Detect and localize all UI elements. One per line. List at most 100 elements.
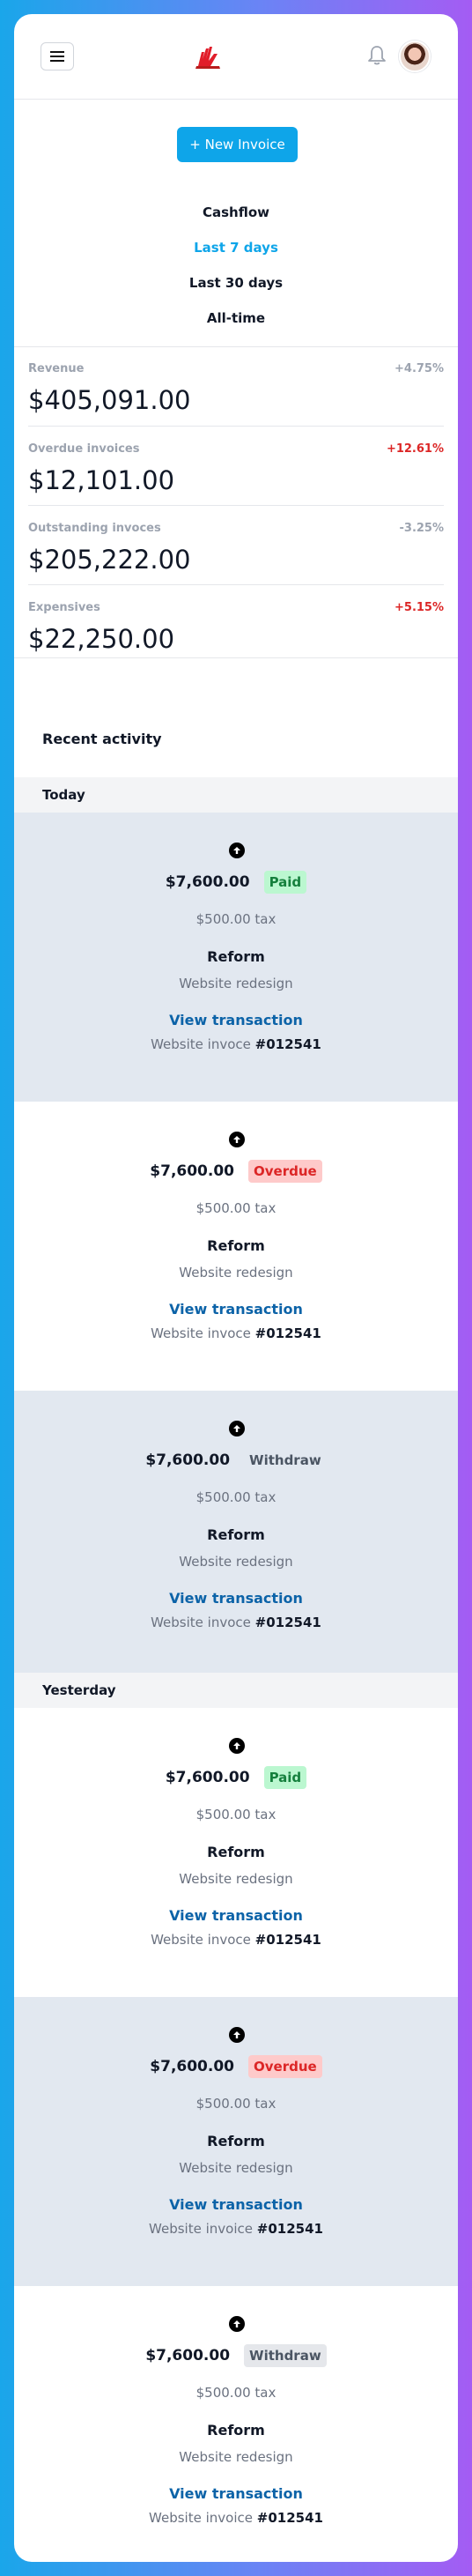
- invoice-reference: Website invoice #012541: [14, 2221, 458, 2237]
- view-transaction-link[interactable]: View transaction: [14, 1907, 458, 1924]
- recent-activity-title: Recent activity: [42, 731, 162, 747]
- stat-overdue-invoices: Overdue invoices +12.61% $12,101.00: [28, 442, 444, 513]
- invoice-reference: Website invoice #012541: [14, 2510, 458, 2526]
- activity-item: $7,600.00 Withdraw $500.00 tax Reform Web…: [14, 1391, 458, 1680]
- invoice-reference: Website invoce #012541: [14, 1932, 458, 1948]
- stat-change: +5.15%: [395, 601, 444, 614]
- invoice-number: #012541: [254, 1615, 321, 1630]
- invoice-number: #012541: [256, 2221, 323, 2237]
- tax-amount: $500.00 tax: [195, 911, 277, 927]
- amount: $7,600.00: [145, 1451, 231, 1469]
- view-transaction-link[interactable]: View transaction: [14, 1590, 458, 1607]
- invoice-prefix: Website invoce: [151, 1615, 251, 1630]
- range-last-30-days[interactable]: Last 30 days: [14, 275, 458, 291]
- client-name: Reform: [207, 2422, 265, 2439]
- day-header-yesterday: Yesterday: [14, 1673, 458, 1708]
- new-invoice-button[interactable]: + New Invoice: [177, 127, 298, 162]
- project-name: Website redesign: [179, 1265, 293, 1281]
- project-name: Website redesign: [179, 2160, 293, 2176]
- app-card: + New Invoice Cashflow Last 7 days Last …: [14, 14, 458, 2562]
- arrow-up-icon: [229, 1132, 245, 1147]
- stat-value: $205,222.00: [28, 545, 191, 575]
- invoice-prefix: Website invoce: [151, 1036, 251, 1052]
- invoice-prefix: Website invoce: [151, 1932, 251, 1948]
- divider: [14, 657, 458, 658]
- activity-item: $7,600.00 Paid $500.00 tax Reform Website…: [14, 813, 458, 1102]
- stat-label: Revenue: [28, 362, 85, 375]
- arrow-up-icon: [229, 843, 245, 858]
- stat-outstanding-invoices: Outstanding invoces -3.25% $205,222.00: [28, 522, 444, 592]
- range-all-time[interactable]: All-time: [14, 310, 458, 326]
- day-header-today: Today: [14, 777, 458, 813]
- status-badge: Paid: [263, 1766, 307, 1789]
- divider: [28, 426, 444, 427]
- arrow-up-icon: [229, 1738, 245, 1754]
- view-transaction-link[interactable]: View transaction: [14, 1012, 458, 1028]
- menu-button[interactable]: [41, 42, 74, 71]
- client-name: Reform: [207, 1844, 265, 1860]
- invoice-number: #012541: [256, 2510, 323, 2526]
- invoice-number: #012541: [254, 1325, 321, 1341]
- amount: $7,600.00: [165, 1769, 250, 1786]
- arrow-up-icon: [229, 1421, 245, 1436]
- view-transaction-link[interactable]: View transaction: [14, 2485, 458, 2502]
- client-name: Reform: [207, 2133, 265, 2149]
- stat-expensives: Expensives +5.15% $22,250.00: [28, 601, 444, 672]
- stat-change: -3.25%: [399, 522, 445, 535]
- hamburger-icon: [50, 51, 64, 62]
- amount: $7,600.00: [150, 2058, 234, 2075]
- amount: $7,600.00: [145, 2347, 231, 2364]
- activity-item: $7,600.00 Overdue $500.00 tax Reform Webs…: [14, 1997, 458, 2286]
- invoice-prefix: Website invoice: [149, 2221, 253, 2237]
- top-bar: [14, 14, 458, 100]
- range-cashflow[interactable]: Cashflow: [14, 204, 458, 220]
- invoice-reference: Website invoce #012541: [14, 1036, 458, 1052]
- arrow-up-icon: [229, 2316, 245, 2332]
- client-name: Reform: [207, 948, 265, 965]
- amount: $7,600.00: [165, 873, 250, 891]
- stat-change: +4.75%: [395, 362, 444, 375]
- status-badge: Withdraw: [244, 2344, 327, 2367]
- status-badge: Overdue: [248, 1160, 322, 1183]
- arrow-up-icon: [229, 2027, 245, 2043]
- project-name: Website redesign: [179, 976, 293, 991]
- status-badge: Paid: [263, 871, 307, 894]
- tax-amount: $500.00 tax: [195, 1807, 277, 1823]
- tax-amount: $500.00 tax: [195, 1200, 277, 1216]
- stat-revenue: Revenue +4.75% $405,091.00: [28, 362, 444, 433]
- invoice-prefix: Website invoce: [151, 1325, 251, 1341]
- activity-item: $7,600.00 Overdue $500.00 tax Reform Webs…: [14, 1102, 458, 1391]
- project-name: Website redesign: [179, 1554, 293, 1570]
- client-name: Reform: [207, 1526, 265, 1543]
- view-transaction-link[interactable]: View transaction: [14, 1301, 458, 1318]
- brand-logo[interactable]: [193, 40, 225, 71]
- invoice-number: #012541: [254, 1036, 321, 1052]
- project-name: Website redesign: [179, 1871, 293, 1887]
- stat-label: Overdue invoices: [28, 442, 140, 456]
- stat-value: $22,250.00: [28, 624, 175, 654]
- invoice-reference: Website invoce #012541: [14, 1615, 458, 1630]
- activity-item: $7,600.00 Withdraw $500.00 tax Reform Web…: [14, 2286, 458, 2562]
- view-transaction-link[interactable]: View transaction: [14, 2196, 458, 2213]
- divider: [28, 584, 444, 585]
- status-badge: Overdue: [248, 2055, 322, 2078]
- tax-amount: $500.00 tax: [195, 2385, 277, 2401]
- invoice-number: #012541: [254, 1932, 321, 1948]
- status-badge: Withdraw: [249, 1452, 321, 1468]
- invoice-prefix: Website invoice: [149, 2510, 253, 2526]
- activity-item: $7,600.00 Paid $500.00 tax Reform Website…: [14, 1708, 458, 1997]
- project-name: Website redesign: [179, 2449, 293, 2465]
- stat-label: Expensives: [28, 601, 100, 614]
- tax-amount: $500.00 tax: [195, 1489, 277, 1505]
- stat-value: $12,101.00: [28, 465, 175, 495]
- tax-amount: $500.00 tax: [195, 2096, 277, 2112]
- divider: [28, 505, 444, 506]
- stat-change: +12.61%: [386, 442, 444, 456]
- amount: $7,600.00: [150, 1162, 234, 1180]
- stat-value: $405,091.00: [28, 385, 191, 415]
- divider: [14, 346, 458, 347]
- client-name: Reform: [207, 1237, 265, 1254]
- range-last-7-days[interactable]: Last 7 days: [14, 240, 458, 256]
- bell-icon[interactable]: [366, 44, 387, 67]
- user-avatar[interactable]: [399, 41, 431, 72]
